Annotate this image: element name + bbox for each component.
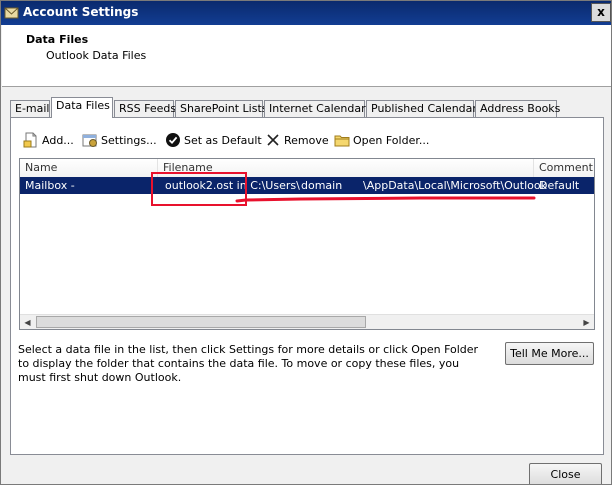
horizontal-scrollbar[interactable]: ◀ ▶ <box>20 314 594 329</box>
column-header-name[interactable]: Name <box>20 159 158 177</box>
help-description: Select a data file in the list, then cli… <box>18 343 479 384</box>
open-folder-button-label: Open Folder... <box>353 134 430 147</box>
row-filename-end: \AppData\Local\Microsoft\Outlook <box>363 179 547 192</box>
add-button[interactable]: Add... <box>23 131 74 151</box>
data-files-list[interactable]: Name Filename Comment Mailbox - outlook2… <box>19 158 595 330</box>
open-folder-button[interactable]: Open Folder... <box>334 131 429 151</box>
header-title: Data Files <box>26 33 89 46</box>
set-as-default-button[interactable]: Set as Default <box>165 131 262 151</box>
envelope-icon <box>4 7 19 19</box>
table-row[interactable]: Mailbox - outlook2.ost in C:\Users\ doma… <box>20 177 594 194</box>
tab-data-files[interactable]: Data Files <box>51 97 113 118</box>
folder-icon <box>334 135 350 147</box>
row-filename-domain: domain <box>301 179 343 192</box>
tab-address-books[interactable]: Address Books <box>475 100 560 117</box>
settings-button[interactable]: Settings... <box>82 131 157 151</box>
tab-published-calendars[interactable]: Published Calendars <box>366 100 483 117</box>
window-title: Account Settings <box>23 5 139 19</box>
row-filename-start: outlook2.ost in C:\Users\ <box>165 179 300 192</box>
scroll-left-icon[interactable]: ◀ <box>20 315 35 329</box>
column-header-filename[interactable]: Filename <box>158 159 534 177</box>
tell-me-more-button[interactable]: Tell Me More... <box>505 342 594 365</box>
row-name: Mailbox - <box>25 179 75 192</box>
tab-email[interactable]: E-mail <box>10 100 50 117</box>
account-settings-window: Account Settings x Data Files Outlook Da… <box>0 0 612 485</box>
column-header-comment[interactable]: Comment <box>534 159 594 177</box>
dialog-header: Data Files Outlook Data Files <box>2 25 611 87</box>
title-close-button[interactable]: x <box>591 3 611 22</box>
remove-button-label: Remove <box>284 134 329 147</box>
tab-rss-feeds[interactable]: RSS Feeds <box>114 100 176 117</box>
tab-internet-calendars[interactable]: Internet Calendars <box>264 100 371 117</box>
scrollbar-thumb[interactable] <box>36 316 366 328</box>
remove-button[interactable]: Remove <box>265 131 329 151</box>
scroll-right-icon[interactable]: ▶ <box>579 315 594 329</box>
row-comment: Default <box>539 179 580 192</box>
add-button-label: Add... <box>42 134 74 147</box>
set-as-default-label: Set as Default <box>184 134 262 147</box>
close-button[interactable]: Close <box>529 463 602 484</box>
list-column-headers: Name Filename Comment <box>20 159 594 178</box>
checkmark-circle-icon <box>166 133 180 147</box>
tab-sharepoint-lists[interactable]: SharePoint Lists <box>175 100 268 117</box>
title-bar: Account Settings x <box>1 1 611 25</box>
remove-x-icon <box>267 134 279 146</box>
add-file-icon <box>23 132 37 148</box>
settings-button-label: Settings... <box>101 134 157 147</box>
settings-icon <box>82 134 97 147</box>
header-subtitle: Outlook Data Files <box>46 49 147 62</box>
